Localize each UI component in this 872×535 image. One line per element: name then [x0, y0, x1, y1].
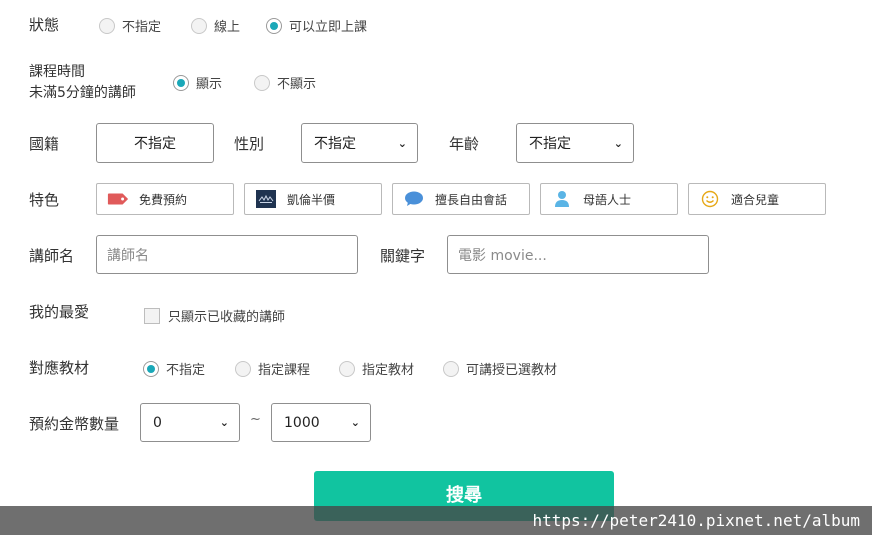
- karen-logo-icon: [255, 190, 277, 208]
- radio-icon: [235, 360, 252, 377]
- keyword-label: 關鍵字: [380, 247, 426, 265]
- range-separator: ~: [250, 412, 261, 427]
- radio-checked-icon: [266, 17, 283, 34]
- checkbox-icon: [144, 307, 160, 324]
- course-time-option-show[interactable]: 顯示: [173, 73, 222, 92]
- watermark-url: https://peter2410.pixnet.net/album: [0, 506, 872, 535]
- materials-option-any[interactable]: 不指定: [143, 359, 205, 378]
- chevron-down-icon: ⌄: [219, 416, 229, 429]
- course-time-sublabel: 未滿5分鐘的講師: [29, 85, 136, 101]
- nationality-label: 國籍: [29, 135, 60, 153]
- feature-chip-kids-friendly[interactable]: 適合兒童: [688, 183, 826, 215]
- gender-select-value: 不指定: [314, 136, 356, 152]
- favorites-label: 我的最愛: [29, 303, 90, 321]
- nationality-select[interactable]: 不指定: [96, 123, 214, 163]
- feature-chip-free-conversation[interactable]: 擅長自由會話: [392, 183, 530, 215]
- materials-option-textbook[interactable]: 指定教材: [339, 359, 414, 378]
- person-icon: [551, 190, 573, 208]
- radio-checked-icon: [143, 360, 159, 377]
- features-label: 特色: [29, 191, 60, 209]
- status-option-any[interactable]: 不指定: [99, 16, 161, 35]
- course-time-radio-group: 顯示 不顯示: [173, 73, 342, 92]
- coins-min-select[interactable]: 0 ⌄: [140, 403, 240, 442]
- coins-max-select[interactable]: 1000 ⌄: [271, 403, 371, 442]
- gender-select[interactable]: 不指定 ⌄: [301, 123, 418, 163]
- radio-checked-icon: [173, 74, 189, 91]
- feature-chip-karen-half-price[interactable]: 凱倫半價: [244, 183, 382, 215]
- radio-icon: [99, 17, 115, 34]
- feature-chip-native-speaker[interactable]: 母語人士: [540, 183, 678, 215]
- radio-icon: [339, 360, 356, 377]
- tutor-name-label: 講師名: [29, 247, 75, 265]
- age-select-value: 不指定: [529, 136, 571, 152]
- feature-chip-free-booking[interactable]: 免費預約: [96, 183, 234, 215]
- smiley-icon: [699, 190, 721, 208]
- radio-icon: [254, 74, 271, 91]
- chevron-down-icon: ⌄: [350, 416, 360, 429]
- tutor-name-input[interactable]: 講師名: [96, 235, 358, 274]
- coins-label: 預約金幣數量: [29, 415, 120, 433]
- radio-icon: [191, 17, 208, 34]
- chat-bubble-icon: [403, 190, 425, 208]
- status-option-instant[interactable]: 可以立即上課: [266, 16, 367, 35]
- age-label: 年齡: [449, 135, 480, 153]
- tag-icon: [107, 190, 129, 208]
- status-radio-group: 不指定 線上 可以立即上課: [99, 16, 393, 35]
- keyword-input[interactable]: 電影 movie...: [447, 235, 709, 274]
- course-time-option-hide[interactable]: 不顯示: [254, 73, 316, 92]
- chevron-down-icon: ⌄: [397, 136, 407, 150]
- materials-option-course[interactable]: 指定課程: [235, 359, 310, 378]
- status-option-online[interactable]: 線上: [191, 16, 240, 35]
- course-time-label: 課程時間: [29, 64, 85, 80]
- coins-min-value: 0: [153, 414, 162, 431]
- favorites-checkbox[interactable]: 只顯示已收藏的講師: [144, 306, 285, 325]
- age-select[interactable]: 不指定 ⌄: [516, 123, 634, 163]
- coins-max-value: 1000: [284, 414, 320, 431]
- gender-label: 性別: [234, 135, 265, 153]
- materials-option-selected-textbook[interactable]: 可講授已選教材: [443, 359, 557, 378]
- materials-radio-group: 不指定 指定課程 指定教材 可講授已選教材: [143, 359, 583, 378]
- radio-icon: [443, 360, 460, 377]
- chevron-down-icon: ⌄: [613, 136, 623, 150]
- status-label: 狀態: [29, 16, 60, 34]
- materials-label: 對應教材: [29, 359, 90, 377]
